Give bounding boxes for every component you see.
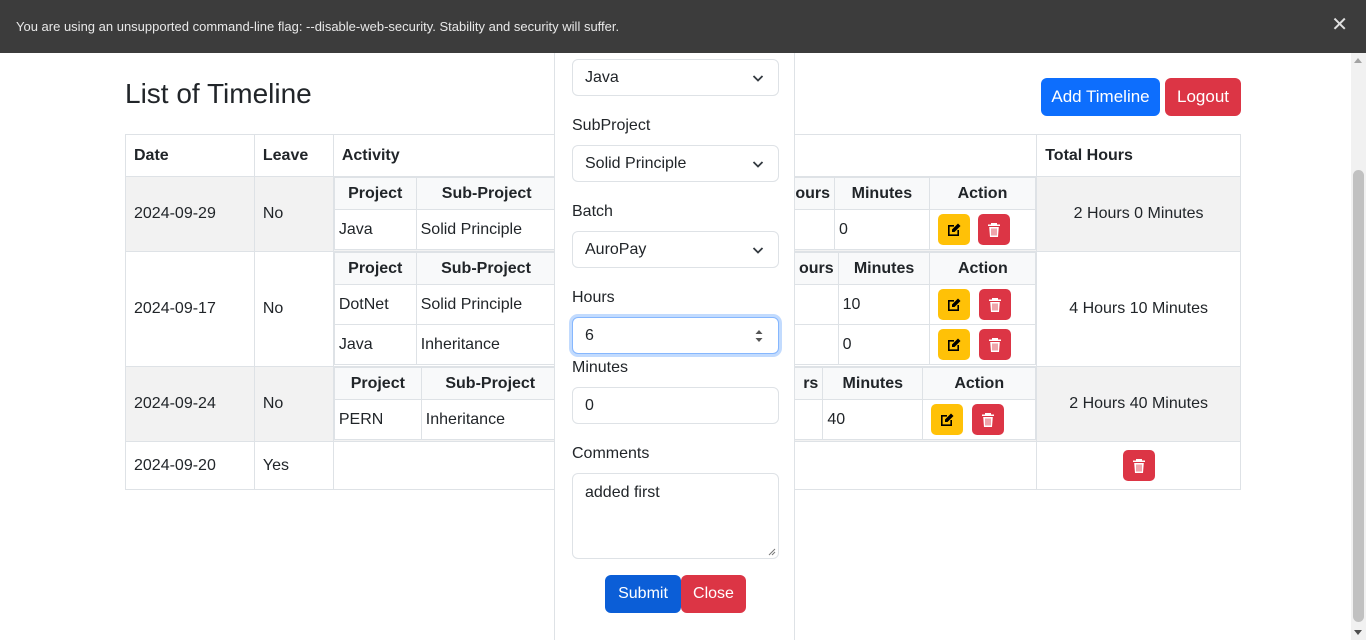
inner-header-project: Project: [333, 252, 417, 285]
activity-project: Java: [333, 324, 417, 365]
activity-subproject: Solid Principle: [415, 284, 557, 325]
activity-project: Java: [333, 209, 417, 250]
inner-header-project: Project: [333, 177, 417, 210]
activity-minutes: 10: [837, 284, 931, 325]
inner-header-subproject: Sub-Project: [415, 177, 558, 210]
unsupported-flag-infobar: You are using an unsupported command-lin…: [0, 0, 1366, 53]
row-date: 2024-09-20: [125, 441, 255, 490]
page-scrollbar[interactable]: [1351, 53, 1366, 640]
activity-actions: [929, 284, 1037, 325]
row-total: 2 Hours 0 Minutes: [1036, 176, 1241, 252]
activity-actions: [929, 324, 1037, 365]
scroll-down-icon[interactable]: [1354, 630, 1362, 635]
minutes-input-value: 0: [585, 396, 594, 414]
batch-label: Batch: [572, 203, 613, 220]
inner-header-project: Project: [333, 367, 422, 400]
edit-icon[interactable]: [931, 404, 964, 435]
chevron-down-icon: [752, 75, 764, 82]
edit-icon[interactable]: [938, 329, 971, 360]
minutes-input[interactable]: 0: [572, 387, 779, 424]
row-total: 2 Hours 40 Minutes: [1036, 366, 1241, 442]
delete-icon[interactable]: [978, 329, 1011, 360]
comments-textarea-value: added first: [585, 484, 660, 501]
inner-header-minutes: Minutes: [834, 177, 930, 210]
inner-header-action: Action: [928, 177, 1037, 210]
timeline-form-modal: Java SubProject Solid Principle Batch Au…: [554, 53, 795, 640]
number-spinner-icon[interactable]: [754, 327, 764, 345]
row-leave: No: [253, 251, 334, 367]
activity-project: DotNet: [333, 284, 417, 325]
row-leave: Yes: [253, 441, 334, 490]
subproject-label: SubProject: [572, 117, 651, 134]
header-leave: Leave: [253, 134, 334, 177]
project-select-value: Java: [585, 68, 619, 86]
activity-project: PERN: [333, 399, 422, 440]
delete-icon[interactable]: [978, 289, 1011, 320]
page-title: List of Timeline: [125, 78, 312, 109]
activity-actions: [922, 399, 1037, 440]
delete-icon[interactable]: [978, 214, 1011, 245]
project-select[interactable]: Java: [572, 59, 779, 96]
inner-header-action: Action: [929, 252, 1037, 285]
row-total: [1036, 441, 1241, 490]
activity-minutes: 40: [822, 399, 924, 440]
row-date: 2024-09-17: [125, 251, 255, 367]
activity-subproject: Inheritance: [415, 324, 557, 365]
hours-label: Hours: [572, 289, 615, 306]
subproject-select-value: Solid Principle: [585, 154, 687, 172]
edit-icon[interactable]: [937, 214, 970, 245]
comments-textarea[interactable]: added first: [572, 473, 779, 559]
row-date: 2024-09-29: [125, 176, 255, 252]
scrollbar-thumb[interactable]: [1353, 170, 1364, 622]
logout-button[interactable]: Logout: [1165, 78, 1241, 116]
inner-header-minutes: Minutes: [822, 367, 924, 400]
activity-subproject: Inheritance: [420, 399, 560, 440]
row-total: 4 Hours 10 Minutes: [1036, 251, 1241, 367]
edit-icon[interactable]: [938, 289, 971, 320]
hours-input[interactable]: 6: [572, 317, 779, 354]
scroll-up-icon[interactable]: [1354, 58, 1362, 63]
chevron-down-icon: [752, 161, 764, 168]
activity-minutes: 0: [837, 324, 931, 365]
activity-minutes: 0: [834, 209, 930, 250]
delete-icon[interactable]: [1122, 450, 1155, 481]
infobar-close-icon[interactable]: ✕: [1331, 15, 1348, 35]
activity-subproject: Solid Principle: [415, 209, 558, 250]
submit-button[interactable]: Submit: [605, 575, 681, 613]
row-date: 2024-09-24: [125, 366, 255, 442]
header-date: Date: [125, 134, 255, 177]
inner-header-subproject: Sub-Project: [415, 252, 557, 285]
delete-icon[interactable]: [971, 404, 1004, 435]
resize-handle-icon[interactable]: [767, 547, 776, 556]
add-timeline-button[interactable]: Add Timeline: [1041, 78, 1160, 116]
chevron-down-icon: [752, 247, 764, 254]
infobar-message: You are using an unsupported command-lin…: [16, 19, 620, 34]
inner-header-minutes: Minutes: [837, 252, 931, 285]
inner-header-action: Action: [922, 367, 1037, 400]
activity-actions: [928, 209, 1037, 250]
batch-select-value: AuroPay: [585, 240, 647, 258]
inner-header-subproject: Sub-Project: [420, 367, 560, 400]
batch-select[interactable]: AuroPay: [572, 231, 779, 268]
row-leave: No: [253, 176, 334, 252]
hours-input-value: 6: [585, 326, 594, 344]
header-total-hours: Total Hours: [1036, 134, 1241, 177]
row-leave: No: [253, 366, 334, 442]
comments-label: Comments: [572, 445, 650, 462]
minutes-label: Minutes: [572, 359, 629, 376]
subproject-select[interactable]: Solid Principle: [572, 145, 779, 182]
close-button[interactable]: Close: [681, 575, 746, 613]
